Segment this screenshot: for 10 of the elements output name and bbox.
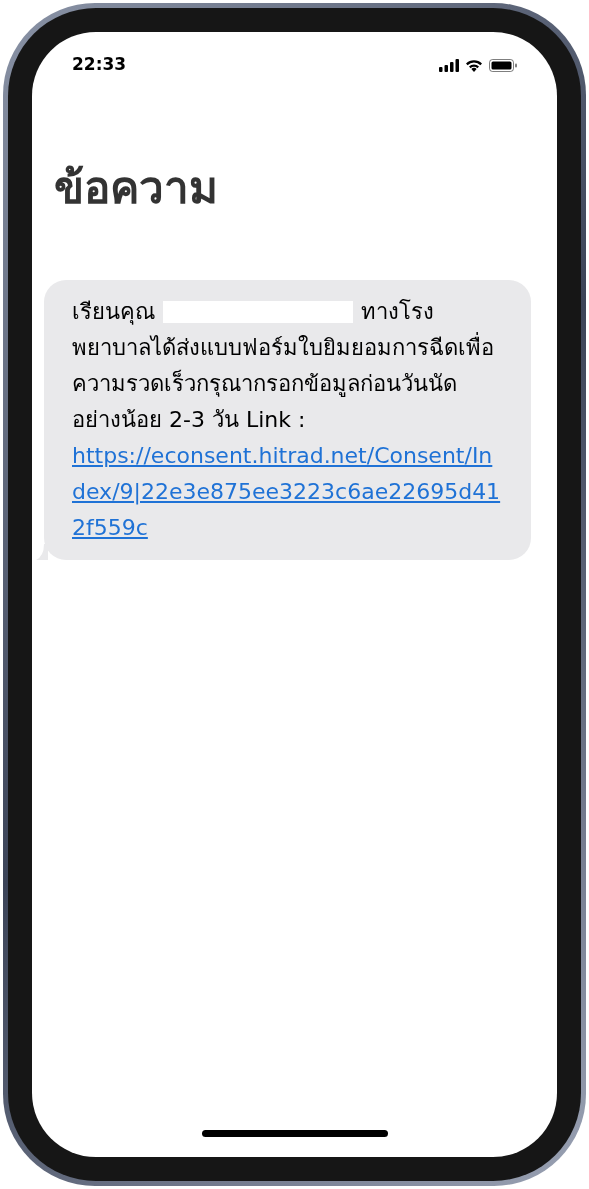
screen-title: ข้อความ — [53, 161, 219, 215]
message-text: พยาบาลได้ส่งแบบฟอร์มใบยิมยอมการฉีดเพื่อความรวดเร็วกรุณากรอกข้อมูลก่อนวันนัดอย่างน้อย 2-3 วัน Link : — [72, 330, 503, 438]
consent-link[interactable]: https://econsent.hitrad.net/Consent/Index/9|22e3e875ee3223c6ae22695d412f559c — [72, 438, 503, 546]
message-text: ทางโรง — [361, 298, 434, 326]
home-indicator[interactable] — [201, 1130, 388, 1137]
battery-icon — [489, 58, 517, 72]
wifi-icon — [465, 58, 483, 72]
greeting-text: เรียนคุณ — [72, 298, 155, 327]
status-time: 22:33 — [72, 53, 127, 77]
signal-icon — [439, 58, 459, 72]
